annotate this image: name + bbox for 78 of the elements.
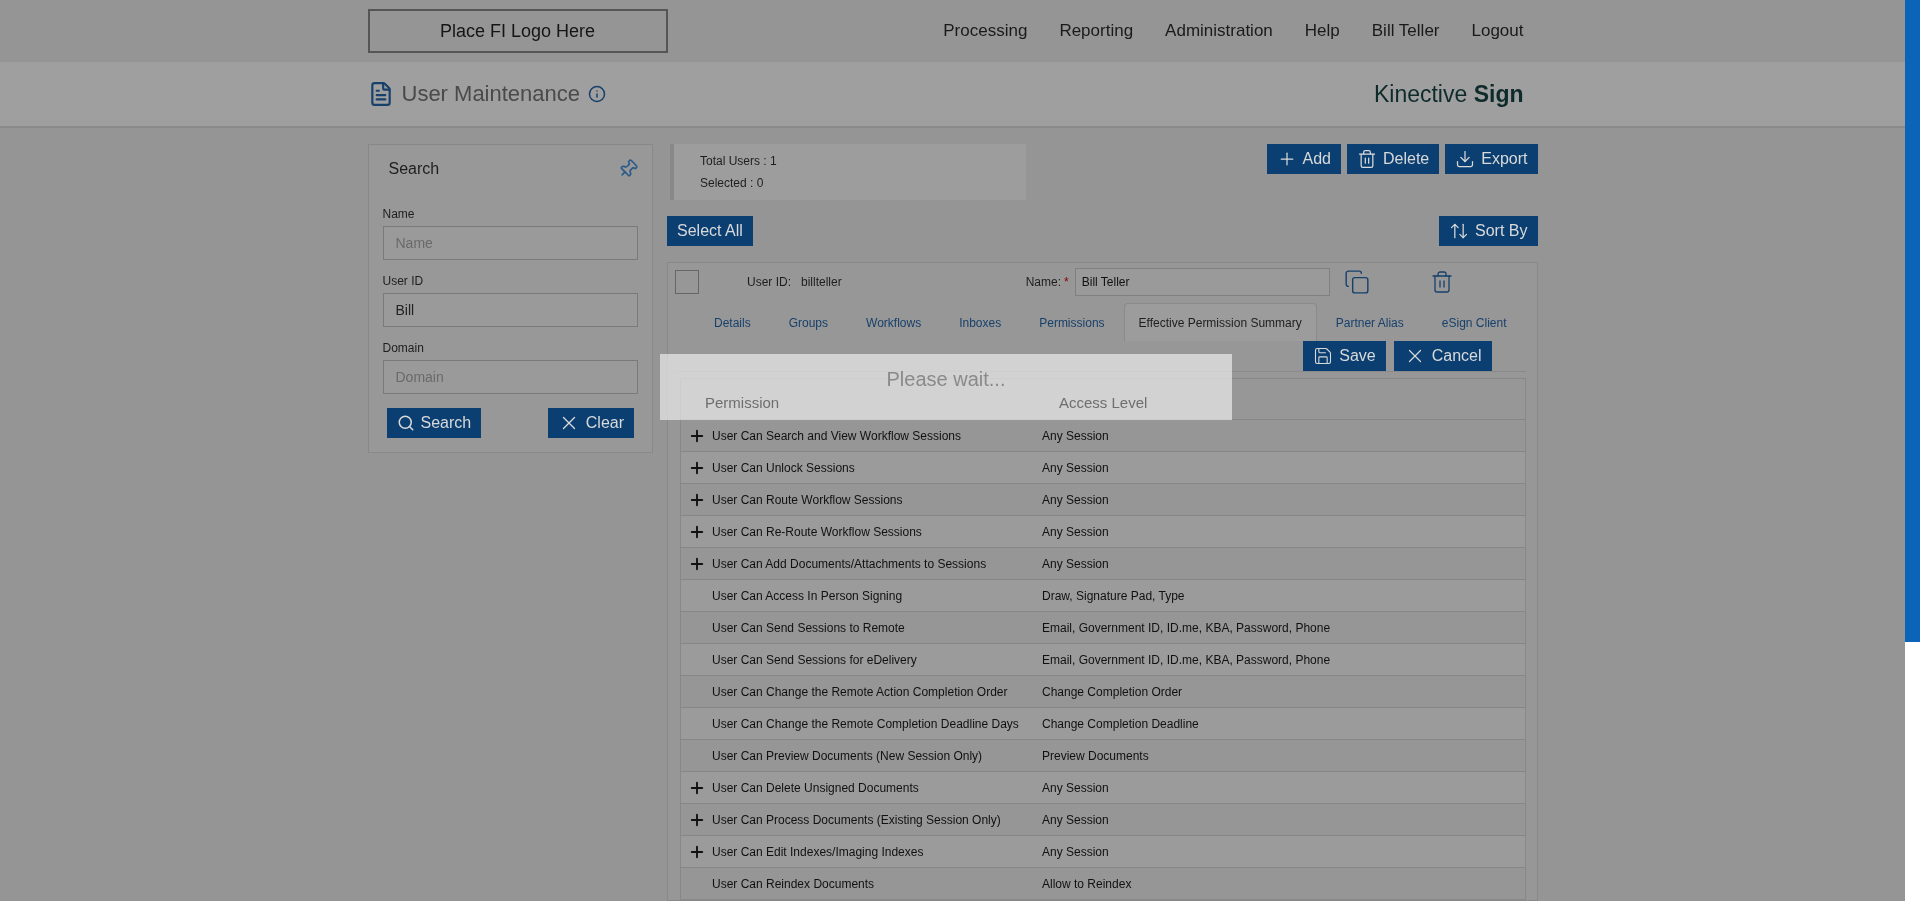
sort-icon [1449,221,1470,241]
input-field[interactable]: Bill [382,293,638,327]
trash-icon [1357,149,1377,169]
table-cell-text: User Can Delete Unsigned Documents [712,780,920,795]
field-label: Domain [382,341,425,355]
brand-logo: Kinective Sign [1373,80,1525,108]
table-cell-text: Any Session [1042,844,1110,859]
tab[interactable]: Details [695,303,770,341]
nav-link[interactable]: Administration [1165,21,1273,41]
table-cell-text: User Can Add Documents/Attachments to Sessions [712,556,988,571]
table-cell-text: User Can Route Workflow Sessions [712,492,904,507]
table-cell-text: Allow to Reindex [1042,876,1133,891]
select-all-button[interactable]: Select All [667,216,753,246]
table-cell-text: Email, Government ID, ID.me, KBA, Password, Phone [1042,620,1332,635]
scrollbar[interactable] [1905,0,1920,642]
table-cell-text: Any Session [1042,428,1110,443]
tab[interactable]: Effective Permission Summary [1123,303,1317,341]
stat-text: Total Users : 1 [700,154,778,168]
table-cell-text: Change Completion Order [1042,684,1184,699]
panel-title: Search [388,160,440,178]
tab[interactable]: Partner Alias [1316,303,1423,341]
table-cell-text: User Can Send Sessions for eDelivery [712,652,918,667]
text-input[interactable]: Bill Teller [1074,268,1330,296]
tab[interactable]: eSign Client [1422,303,1526,341]
table-cell-text: Any Session [1042,492,1110,507]
save-button[interactable]: Save [1303,341,1386,371]
table-cell-text: Any Session [1042,524,1110,539]
logo: Place FI Logo Here [367,9,668,53]
tab[interactable]: Permissions [1020,303,1124,341]
table-cell-text: User Can Process Documents (Existing Session Only) [712,812,1002,827]
field-label: User ID [382,274,425,288]
table-cell-text: Any Session [1042,780,1110,795]
field-label: Name [382,207,416,221]
nav-link[interactable]: Reporting [1059,21,1134,41]
copy-icon[interactable] [1343,269,1370,295]
table-cell-text: User Can Search and View Workflow Sessions [712,428,962,443]
export-button[interactable]: Export [1445,144,1538,174]
tab[interactable]: Workflows [847,303,941,341]
required-mark: * [1064,275,1069,289]
add-button[interactable]: Add [1266,144,1341,174]
table-cell-text: User Can Change the Remote Action Completion Order [712,684,1009,699]
column-header: Access Level [1059,393,1148,411]
page-title: User Maintenance [401,81,581,107]
table-cell-text: Preview Documents [1042,748,1150,763]
search-icon [396,414,415,432]
nav-link[interactable]: Help [1304,21,1340,41]
clear-button[interactable]: Clear [547,408,634,438]
column-header: Permission [705,393,780,411]
table-cell-text: Any Session [1042,556,1110,571]
user-id-text: billteller [801,275,842,289]
nav-link[interactable]: Logout [1471,21,1524,41]
table-cell-text: Any Session [1042,812,1110,827]
field-label: Name: [1025,275,1062,289]
table-cell-text: Change Completion Deadline [1042,716,1200,731]
table-cell-text: User Can Preview Documents (New Session Only) [712,748,984,763]
field-label: User ID: [747,275,791,289]
tab[interactable]: Groups [769,303,848,341]
info-icon[interactable] [588,85,607,103]
stat-text: Selected : 0 [700,176,765,190]
checkbox[interactable] [675,270,699,294]
table-cell-text: User Can Unlock Sessions [712,460,856,475]
sort-button[interactable]: Sort By [1439,216,1538,246]
table-cell-text: User Can Change the Remote Completion Deadline Days [712,716,1020,731]
table-cell-text: Draw, Signature Pad, Type [1042,588,1186,603]
cancel-button[interactable]: Cancel [1393,341,1492,371]
download-icon [1455,149,1476,169]
nav-link[interactable]: Bill Teller [1371,21,1440,41]
table-cell-text: User Can Re-Route Workflow Sessions [712,524,923,539]
search-button[interactable]: Search [386,408,482,438]
delete-button[interactable]: Delete [1347,144,1440,174]
table-cell-text: User Can Access In Person Signing [712,588,904,603]
table-cell-text: User Can Edit Indexes/Imaging Indexes [712,844,925,859]
nav-link[interactable]: Processing [943,21,1028,41]
table-cell-text: User Can Reindex Documents [712,876,876,891]
table-cell-text: Email, Government ID, ID.me, KBA, Password, Phone [1042,652,1332,667]
table-cell-text: Any Session [1042,460,1110,475]
tab[interactable]: Inboxes [940,303,1021,341]
table-cell-text: User Can Send Sessions to Remote [712,620,906,635]
